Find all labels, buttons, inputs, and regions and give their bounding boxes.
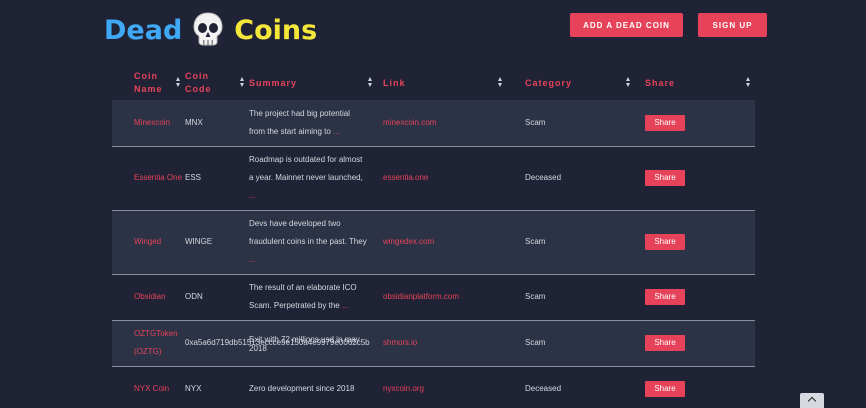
read-more-link[interactable]: ... xyxy=(333,127,340,136)
coin-category: Scam xyxy=(525,117,546,127)
site-logo[interactable]: Dead Coins xyxy=(104,10,317,50)
table-row: OZTGToken (OZTG) 0xa5a6d719db51513eccce9… xyxy=(112,320,755,366)
table-row: NYX Coin NYX Zero development since 2018… xyxy=(112,366,755,408)
share-cell: Share xyxy=(635,100,755,146)
skull-icon xyxy=(192,12,224,48)
coin-summary: Roadmap is outdated for almost a year. M… xyxy=(249,146,377,210)
coin-code: MNX xyxy=(185,117,203,127)
coin-name-link[interactable]: Minexcoin xyxy=(112,100,185,146)
column-header-coin-name[interactable]: Coin Name xyxy=(112,66,185,100)
sort-icon[interactable] xyxy=(176,77,181,88)
sort-icon[interactable] xyxy=(240,77,245,88)
coin-summary-text: Devs have developed two fraudulent coins… xyxy=(249,219,367,246)
share-button[interactable]: Share xyxy=(645,234,685,250)
logo-word-coins: Coins xyxy=(234,14,318,46)
coin-category: Scam xyxy=(525,292,546,301)
coin-summary: The project had big potential from the s… xyxy=(249,100,377,146)
coin-code: NYX xyxy=(185,384,202,393)
coin-summary: Devs have developed two fraudulent coins… xyxy=(249,210,377,274)
coin-code-text: 0xa5a6d719db51513eccce9e150a4e9979e0062c… xyxy=(185,338,370,347)
table-row: Minexcoin MNX The project had big potent… xyxy=(112,100,755,146)
share-cell: Share xyxy=(635,146,755,210)
table-header-row: Coin Name Coin Code Summary Link Categor… xyxy=(112,66,755,100)
coin-category: Deceased xyxy=(525,384,562,393)
share-button[interactable]: Share xyxy=(645,335,685,351)
coin-website-link[interactable]: wingedex.com xyxy=(377,210,507,274)
coin-summary-text: The result of an elaborate ICO Scam. Per… xyxy=(249,283,357,310)
sort-icon[interactable] xyxy=(498,77,503,88)
share-cell: Share xyxy=(635,320,755,366)
coin-code: WINGE xyxy=(185,237,213,246)
sign-up-button[interactable]: SIGN UP xyxy=(698,13,767,37)
coin-website-link[interactable]: minexcoin.com xyxy=(377,100,507,146)
coin-category: Deceased xyxy=(525,173,562,182)
read-more-link[interactable]: ... xyxy=(342,301,349,310)
column-header-share-label: Share xyxy=(645,77,676,88)
add-dead-coin-button[interactable]: ADD A DEAD COIN xyxy=(570,13,683,37)
column-header-link[interactable]: Link xyxy=(377,66,507,100)
coin-website-link[interactable]: essentia.one xyxy=(377,146,507,210)
column-header-category-label: Category xyxy=(525,77,573,88)
column-header-coin-code[interactable]: Coin Code xyxy=(185,66,249,100)
logo-word-dead: Dead xyxy=(104,14,183,46)
sort-icon[interactable] xyxy=(746,77,751,88)
coin-summary-text: Roadmap is outdated for almost a year. M… xyxy=(249,155,363,182)
coin-name-link[interactable]: OZTGToken (OZTG) xyxy=(112,320,185,366)
share-cell: Share xyxy=(635,210,755,274)
share-button[interactable]: Share xyxy=(645,114,685,131)
share-button[interactable]: Share xyxy=(645,289,685,305)
coin-code: ODN xyxy=(185,292,203,301)
coin-website-link[interactable]: nyxcoin.org xyxy=(377,366,507,408)
coin-code: 0xa5a6d719db51513eccce9e150a4e9979e0062c… xyxy=(185,320,370,366)
column-header-summary-label: Summary xyxy=(249,77,298,88)
coin-category: Scam xyxy=(525,237,546,246)
sort-icon[interactable] xyxy=(368,77,373,88)
coin-name-link[interactable]: NYX Coin xyxy=(112,366,185,408)
table-row: Obsidian ODN The result of an elaborate … xyxy=(112,274,755,320)
coin-website-link[interactable]: obsidianplatform.com xyxy=(377,274,507,320)
column-header-coin-name-line1: Coin xyxy=(134,71,158,81)
column-header-summary[interactable]: Summary xyxy=(249,66,377,100)
scroll-to-top-button[interactable] xyxy=(800,393,824,408)
read-more-link[interactable]: ... xyxy=(249,191,256,200)
coin-name-link[interactable]: Winged xyxy=(112,210,185,274)
sort-icon[interactable] xyxy=(626,77,631,88)
coin-category: Scam xyxy=(525,338,546,347)
share-button[interactable]: Share xyxy=(645,170,685,186)
share-button[interactable]: Share xyxy=(645,381,685,397)
table-row: Essentia One ESS Roadmap is outdated for… xyxy=(112,146,755,210)
coin-name-link[interactable]: Essentia One xyxy=(112,146,185,210)
coin-website-link[interactable]: shmoni.io xyxy=(377,320,507,366)
coin-summary: The result of an elaborate ICO Scam. Per… xyxy=(249,274,377,320)
column-header-coin-code-line2: Code xyxy=(185,84,212,94)
chevron-up-icon xyxy=(807,396,817,406)
column-header-coin-name-line2: Name xyxy=(134,84,163,94)
coin-code: ESS xyxy=(185,173,202,182)
column-header-link-label: Link xyxy=(383,77,406,88)
share-cell: Share xyxy=(635,274,755,320)
column-header-category[interactable]: Category xyxy=(507,66,635,100)
table-row: Winged WINGE Devs have developed two fra… xyxy=(112,210,755,274)
column-header-share[interactable]: Share xyxy=(635,66,755,100)
dead-coins-table: Coin Name Coin Code Summary Link Categor… xyxy=(112,66,755,408)
read-more-link[interactable]: ... xyxy=(249,255,256,264)
share-cell: Share xyxy=(635,366,755,408)
coin-name-link[interactable]: Obsidian xyxy=(112,274,185,320)
column-header-coin-code-line1: Coin xyxy=(185,71,209,81)
coin-summary: Zero development since 2018 xyxy=(249,384,355,393)
